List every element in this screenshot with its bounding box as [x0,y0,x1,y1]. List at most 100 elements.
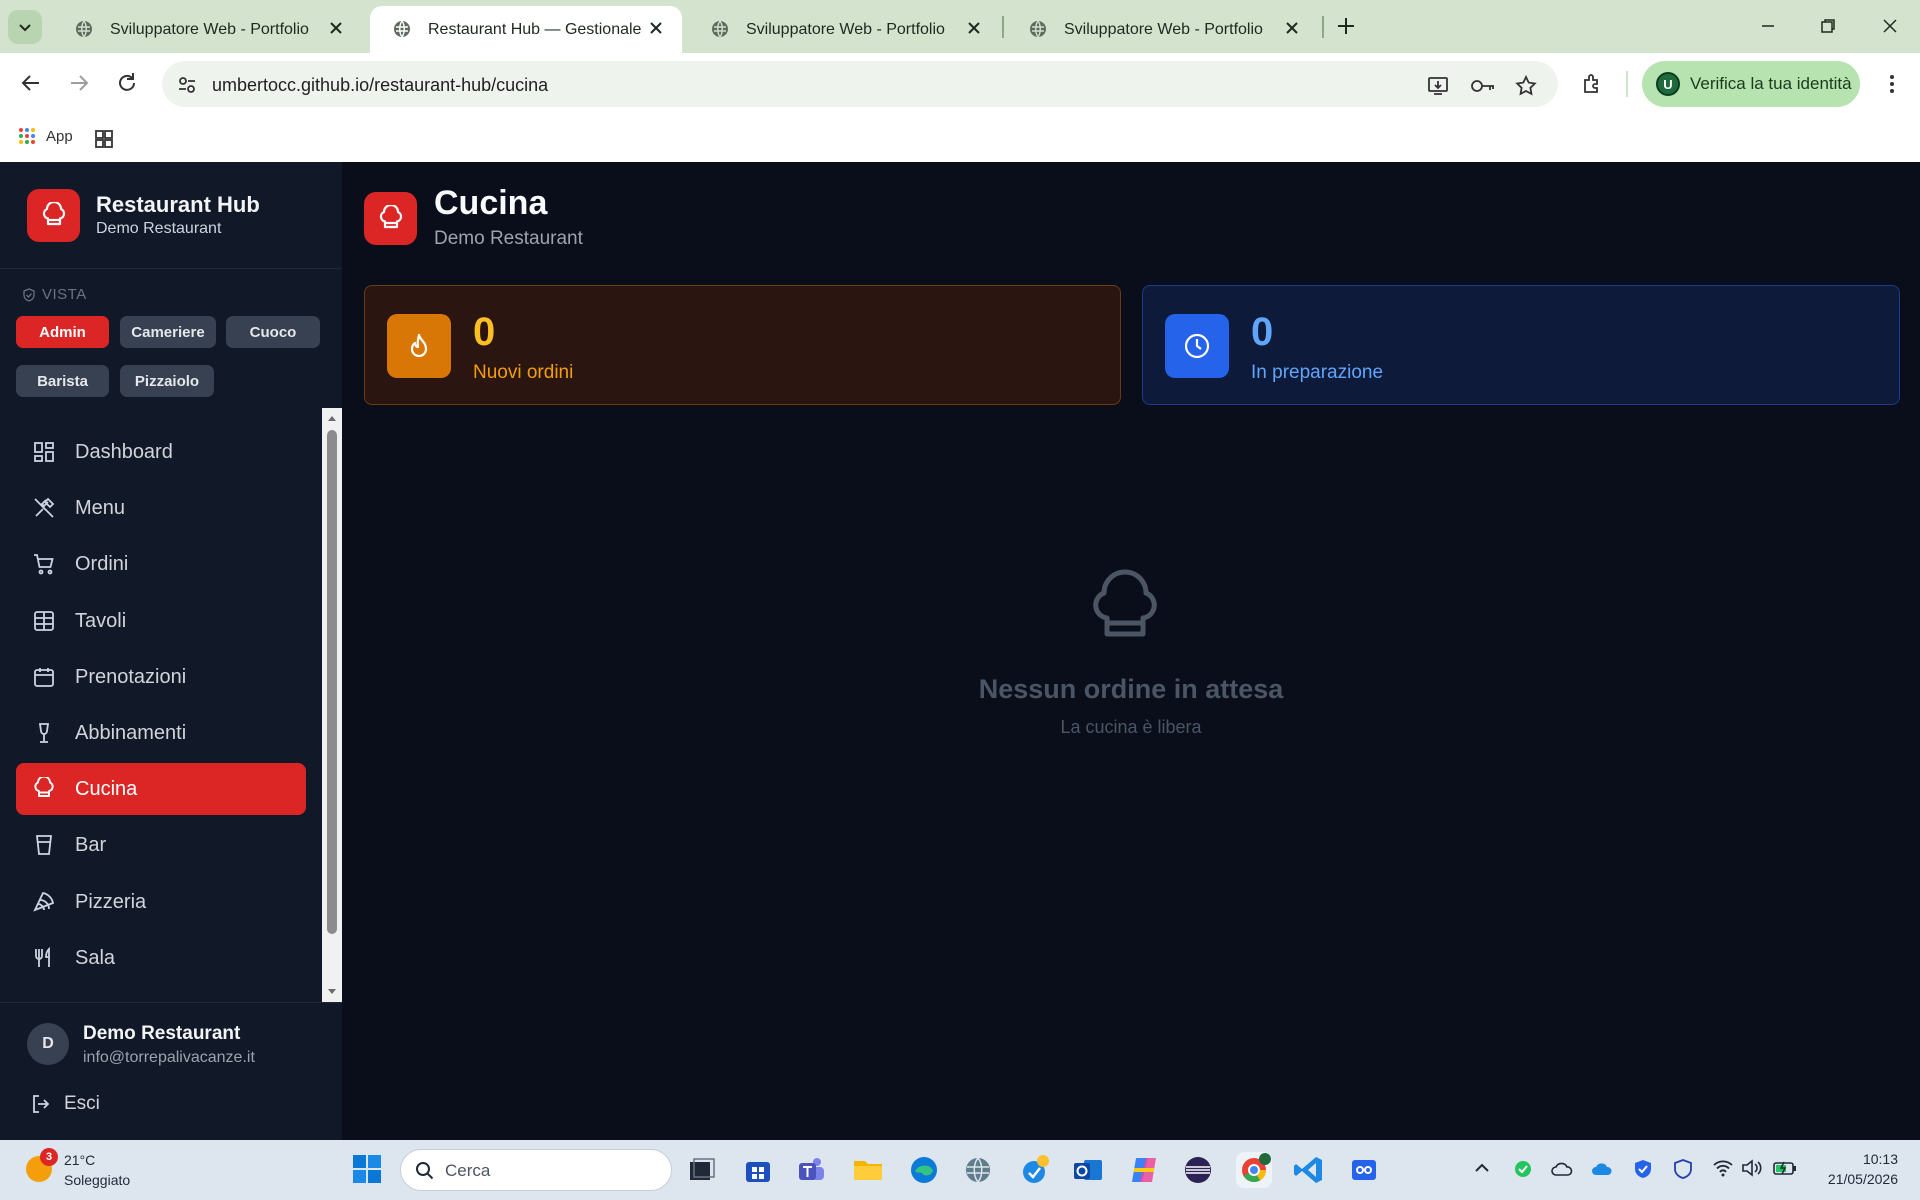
app-sidebar: Restaurant Hub Demo Restaurant VISTA Adm… [0,162,342,1140]
role-button-cameriere[interactable]: Cameriere [120,316,216,348]
defender-icon[interactable] [1632,1158,1654,1180]
sidebar-item-dashboard[interactable]: Dashboard [16,426,306,478]
brand-logo [27,189,80,242]
scroll-up-arrow-icon[interactable] [326,412,338,424]
restore-icon[interactable] [1816,14,1840,38]
globe-icon [712,20,728,38]
install-app-icon[interactable] [1426,74,1450,98]
address-bar[interactable]: umbertocc.github.io/restaurant-hub/cucin… [162,61,1558,107]
sidebar-scrollbar[interactable] [322,408,342,1002]
role-button-barista[interactable]: Barista [16,365,109,397]
tab-search-button[interactable] [8,10,42,44]
role-button-pizzaiolo[interactable]: Pizzaiolo [120,365,214,397]
eclipse-ide-icon[interactable] [1180,1152,1216,1188]
app-shortcut-icon[interactable] [1016,1152,1052,1188]
search-icon [416,1162,434,1180]
wifi-icon[interactable] [1712,1158,1734,1178]
new-tab-plus-icon[interactable] [1332,12,1360,40]
sidebar-item-label: Cucina [75,778,138,800]
view-section-label: VISTA [22,286,87,303]
user-name: Demo Restaurant [83,1023,241,1044]
volume-icon[interactable] [1740,1158,1762,1178]
sidebar-item-prenotazioni[interactable]: Prenotazioni [16,651,306,703]
browser-tab-active[interactable]: Restaurant Hub — Gestionale [370,6,682,53]
close-icon[interactable] [648,20,664,36]
copilot-icon[interactable] [1126,1152,1162,1188]
reload-icon[interactable] [114,70,140,96]
sidebar-item-pizzeria[interactable]: Pizzeria [16,876,306,928]
browser-tab[interactable]: Sviluppatore Web - Portfolio [52,6,362,53]
vscode-icon[interactable] [1290,1152,1326,1188]
sidebar-item-label: Tavoli [75,610,127,632]
apps-bookmark[interactable]: App [18,127,73,145]
cup-icon [35,835,53,855]
logout-button[interactable]: Esci [30,1093,100,1115]
site-settings-icon[interactable] [176,74,198,96]
password-key-icon[interactable] [1470,74,1496,98]
forward-arrow-icon[interactable] [66,70,92,96]
main-content: Cucina Demo Restaurant 0 Nuovi ordini 0 … [342,162,1920,1140]
security-check-icon[interactable] [1512,1158,1534,1180]
browser-tab-bar: Sviluppatore Web - Portfolio Restaurant … [0,0,1920,53]
sidebar-item-label: Abbinamenti [75,722,187,744]
sidebar-item-abbinamenti[interactable]: Abbinamenti [16,707,306,759]
page-title: Cucina [434,184,548,222]
bookmark-star-icon[interactable] [1514,74,1538,98]
file-explorer-icon[interactable] [850,1152,886,1188]
battery-charging-icon[interactable] [1772,1158,1798,1178]
globe-icon [76,20,92,38]
clock-date: 21/05/2026 [1827,1171,1898,1187]
page-logo [364,192,417,245]
sidebar-item-cucina[interactable]: Cucina [16,763,306,815]
chevron-up-icon[interactable] [1472,1158,1492,1178]
in-preparation-label: In preparazione [1251,362,1384,383]
system-clock[interactable]: 10:13 21/05/2026 [1808,1149,1898,1189]
onedrive-cloud-icon[interactable] [1590,1158,1614,1180]
sidebar-item-tavoli[interactable]: Tavoli [16,595,306,647]
sidebar-item-bar[interactable]: Bar [16,819,306,871]
sidebar-item-ordini[interactable]: Ordini [16,538,306,590]
new-orders-count: 0 [473,310,496,354]
empty-state-subtitle: La cucina è libera [1060,717,1202,737]
edge-browser-icon[interactable] [906,1152,942,1188]
sidebar-item-sala[interactable]: Sala [16,932,306,984]
url-text: umbertocc.github.io/restaurant-hub/cucin… [212,75,549,95]
back-arrow-icon[interactable] [18,70,44,96]
chrome-icon[interactable] [1236,1152,1272,1188]
shield-icon[interactable] [1672,1158,1694,1180]
role-button-cuoco[interactable]: Cuoco [226,316,320,348]
sidebar-nav: Dashboard Menu Ordini Tavoli Prenotazion… [0,410,322,1004]
windows-start-icon[interactable] [352,1154,382,1184]
close-icon[interactable] [966,20,982,36]
role-button-admin[interactable]: Admin [16,316,109,348]
sidebar-item-label: Pizzeria [75,891,147,913]
taskbar-search[interactable]: Cerca [400,1149,672,1191]
minimize-icon[interactable] [1756,14,1780,38]
scroll-down-arrow-icon[interactable] [326,986,338,998]
tab-groups-icon[interactable] [94,129,114,149]
table-grid-icon [34,611,54,631]
more-vert-icon[interactable] [1880,72,1904,96]
extensions-puzzle-icon[interactable] [1580,72,1604,96]
globe-app-icon[interactable] [960,1152,996,1188]
scrollbar-thumb[interactable] [327,430,337,934]
teams-icon[interactable] [794,1152,830,1188]
verify-identity-button[interactable]: U Verifica la tua identità [1642,61,1860,107]
task-view-icon[interactable] [684,1152,720,1188]
pizza-icon [33,891,55,912]
outlook-icon[interactable] [1070,1152,1106,1188]
tab-title: Sviluppatore Web - Portfolio [110,20,309,38]
close-icon[interactable] [328,20,344,36]
browser-toolbar: umbertocc.github.io/restaurant-hub/cucin… [0,53,1920,115]
close-icon[interactable] [1284,20,1300,36]
clock-time: 10:13 [1862,1151,1898,1167]
ms-store-icon[interactable] [740,1152,776,1188]
snipping-tool-icon[interactable] [1346,1152,1382,1188]
close-window-icon[interactable] [1878,14,1902,38]
browser-tab[interactable]: Sviluppatore Web - Portfolio [688,6,1000,53]
cloud-outline-icon[interactable] [1550,1158,1574,1180]
browser-tab[interactable]: Sviluppatore Web - Portfolio [1006,6,1318,53]
sidebar-item-menu[interactable]: Menu [16,482,306,534]
stat-icon-box [387,314,451,378]
stat-card-in-preparation: 0 In preparazione [1142,285,1900,405]
